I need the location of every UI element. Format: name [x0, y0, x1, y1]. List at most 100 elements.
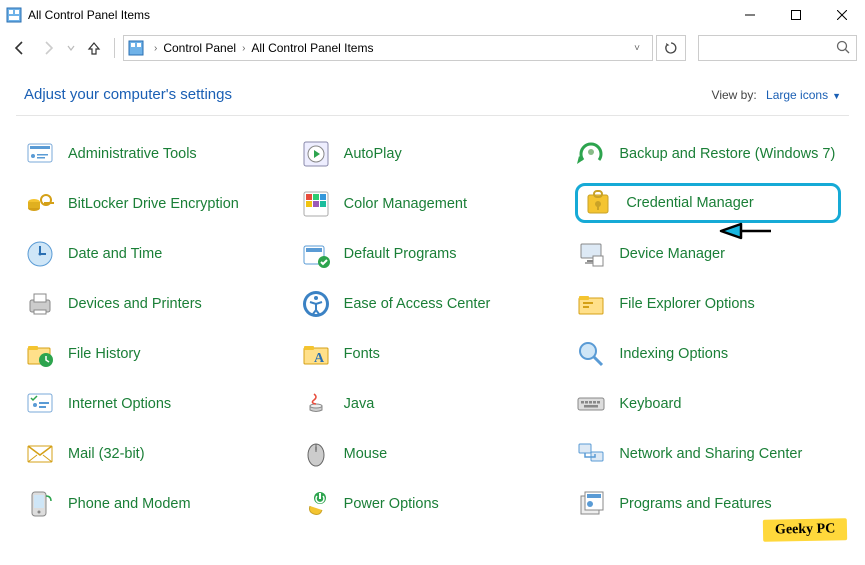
- cp-item-devices-printers[interactable]: Devices and Printers: [24, 286, 290, 322]
- view-by: View by: Large icons▼: [712, 88, 841, 102]
- watermark: Geeky PC: [763, 518, 848, 541]
- up-button[interactable]: [82, 36, 106, 60]
- search-box[interactable]: [698, 35, 857, 61]
- java-icon: [300, 388, 332, 420]
- fonts-icon: A: [300, 338, 332, 370]
- indexing-icon: [575, 338, 607, 370]
- cp-item-color[interactable]: Color Management: [300, 186, 566, 222]
- cp-item-label: Date and Time: [68, 246, 162, 263]
- search-icon: [836, 40, 850, 57]
- cp-item-keyboard[interactable]: Keyboard: [575, 386, 841, 422]
- cp-item-label: Network and Sharing Center: [619, 446, 802, 463]
- mail-icon: [24, 438, 56, 470]
- cp-item-label: Backup and Restore (Windows 7): [619, 146, 835, 163]
- cp-item-label: Programs and Features: [619, 496, 771, 513]
- ease-access-icon: [300, 288, 332, 320]
- cp-item-label: Administrative Tools: [68, 146, 197, 163]
- default-programs-icon: [300, 238, 332, 270]
- chevron-down-icon: ▼: [832, 91, 841, 101]
- admin-tools-icon: [24, 138, 56, 170]
- window-title: All Control Panel Items: [28, 8, 150, 22]
- titlebar: All Control Panel Items: [0, 0, 865, 30]
- datetime-icon: [24, 238, 56, 270]
- cp-item-network[interactable]: Network and Sharing Center: [575, 436, 841, 472]
- header-row: Adjust your computer's settings View by:…: [0, 66, 865, 115]
- cp-item-label: Devices and Printers: [68, 296, 202, 313]
- page-title: Adjust your computer's settings: [24, 86, 232, 103]
- cp-item-label: Default Programs: [344, 246, 457, 263]
- internet-icon: [24, 388, 56, 420]
- view-by-label: View by:: [712, 88, 757, 102]
- cp-item-label: Mail (32-bit): [68, 446, 145, 463]
- cp-item-device-manager[interactable]: Device Manager: [575, 236, 841, 272]
- cp-item-backup[interactable]: Backup and Restore (Windows 7): [575, 136, 841, 172]
- cp-item-programs[interactable]: Programs and Features: [575, 486, 841, 522]
- cp-item-label: Credential Manager: [626, 195, 753, 212]
- address-bar[interactable]: › Control Panel › All Control Panel Item…: [123, 35, 653, 61]
- cp-item-label: BitLocker Drive Encryption: [68, 196, 239, 213]
- cp-item-internet[interactable]: Internet Options: [24, 386, 290, 422]
- cp-item-label: Java: [344, 396, 375, 413]
- refresh-button[interactable]: [656, 35, 686, 61]
- cp-item-label: Internet Options: [68, 396, 171, 413]
- cp-item-java[interactable]: Java: [300, 386, 566, 422]
- cp-item-label: Keyboard: [619, 396, 681, 413]
- cp-item-file-explorer[interactable]: File Explorer Options: [575, 286, 841, 322]
- cp-item-default-programs[interactable]: Default Programs: [300, 236, 566, 272]
- cp-item-label: Device Manager: [619, 246, 725, 263]
- bitlocker-icon: [24, 188, 56, 220]
- control-panel-crumb-icon: [128, 40, 144, 56]
- back-button[interactable]: [8, 36, 32, 60]
- address-dropdown-icon[interactable]: ˅: [626, 43, 648, 54]
- autoplay-icon: [300, 138, 332, 170]
- chevron-right-icon[interactable]: ›: [236, 43, 251, 54]
- forward-button[interactable]: [36, 36, 60, 60]
- cp-item-power[interactable]: Power Options: [300, 486, 566, 522]
- chevron-right-icon[interactable]: ›: [148, 43, 163, 54]
- cp-item-label: Mouse: [344, 446, 388, 463]
- file-history-icon: [24, 338, 56, 370]
- programs-icon: [575, 488, 607, 520]
- device-manager-icon: [575, 238, 607, 270]
- breadcrumb-item[interactable]: All Control Panel Items: [251, 41, 373, 55]
- cp-item-fonts[interactable]: A Fonts: [300, 336, 566, 372]
- cp-item-label: File History: [68, 346, 141, 363]
- color-icon: [300, 188, 332, 220]
- cp-item-label: Fonts: [344, 346, 380, 363]
- control-panel-icon: [6, 7, 22, 23]
- cp-item-label: File Explorer Options: [619, 296, 754, 313]
- backup-icon: [575, 138, 607, 170]
- cp-item-datetime[interactable]: Date and Time: [24, 236, 290, 272]
- maximize-button[interactable]: [773, 0, 819, 30]
- cp-item-label: Phone and Modem: [68, 496, 191, 513]
- view-by-dropdown[interactable]: Large icons▼: [766, 88, 841, 102]
- minimize-button[interactable]: [727, 0, 773, 30]
- breadcrumb-item[interactable]: Control Panel: [163, 41, 236, 55]
- cp-item-mouse[interactable]: Mouse: [300, 436, 566, 472]
- close-button[interactable]: [819, 0, 865, 30]
- cp-item-admin-tools[interactable]: Administrative Tools: [24, 136, 290, 172]
- cp-item-label: Power Options: [344, 496, 439, 513]
- cp-item-label: AutoPlay: [344, 146, 402, 163]
- network-icon: [575, 438, 607, 470]
- cp-item-credential[interactable]: Credential Manager: [575, 183, 841, 223]
- cp-item-label: Color Management: [344, 196, 467, 213]
- control-panel-grid: Administrative Tools AutoPlay Backup and R…: [0, 116, 865, 546]
- cp-item-indexing[interactable]: Indexing Options: [575, 336, 841, 372]
- cp-item-file-history[interactable]: File History: [24, 336, 290, 372]
- cp-item-label: Indexing Options: [619, 346, 728, 363]
- cp-item-bitlocker[interactable]: BitLocker Drive Encryption: [24, 186, 290, 222]
- recent-dropdown[interactable]: [64, 36, 78, 60]
- svg-text:A: A: [314, 351, 325, 366]
- toolbar: › Control Panel › All Control Panel Item…: [0, 30, 865, 66]
- separator: [114, 38, 115, 58]
- cp-item-autoplay[interactable]: AutoPlay: [300, 136, 566, 172]
- cp-item-ease-access[interactable]: Ease of Access Center: [300, 286, 566, 322]
- phone-icon: [24, 488, 56, 520]
- power-icon: [300, 488, 332, 520]
- mouse-icon: [300, 438, 332, 470]
- cp-item-mail[interactable]: Mail (32-bit): [24, 436, 290, 472]
- cp-item-label: Ease of Access Center: [344, 296, 491, 313]
- pointer-arrow-icon: [717, 216, 773, 246]
- cp-item-phone[interactable]: Phone and Modem: [24, 486, 290, 522]
